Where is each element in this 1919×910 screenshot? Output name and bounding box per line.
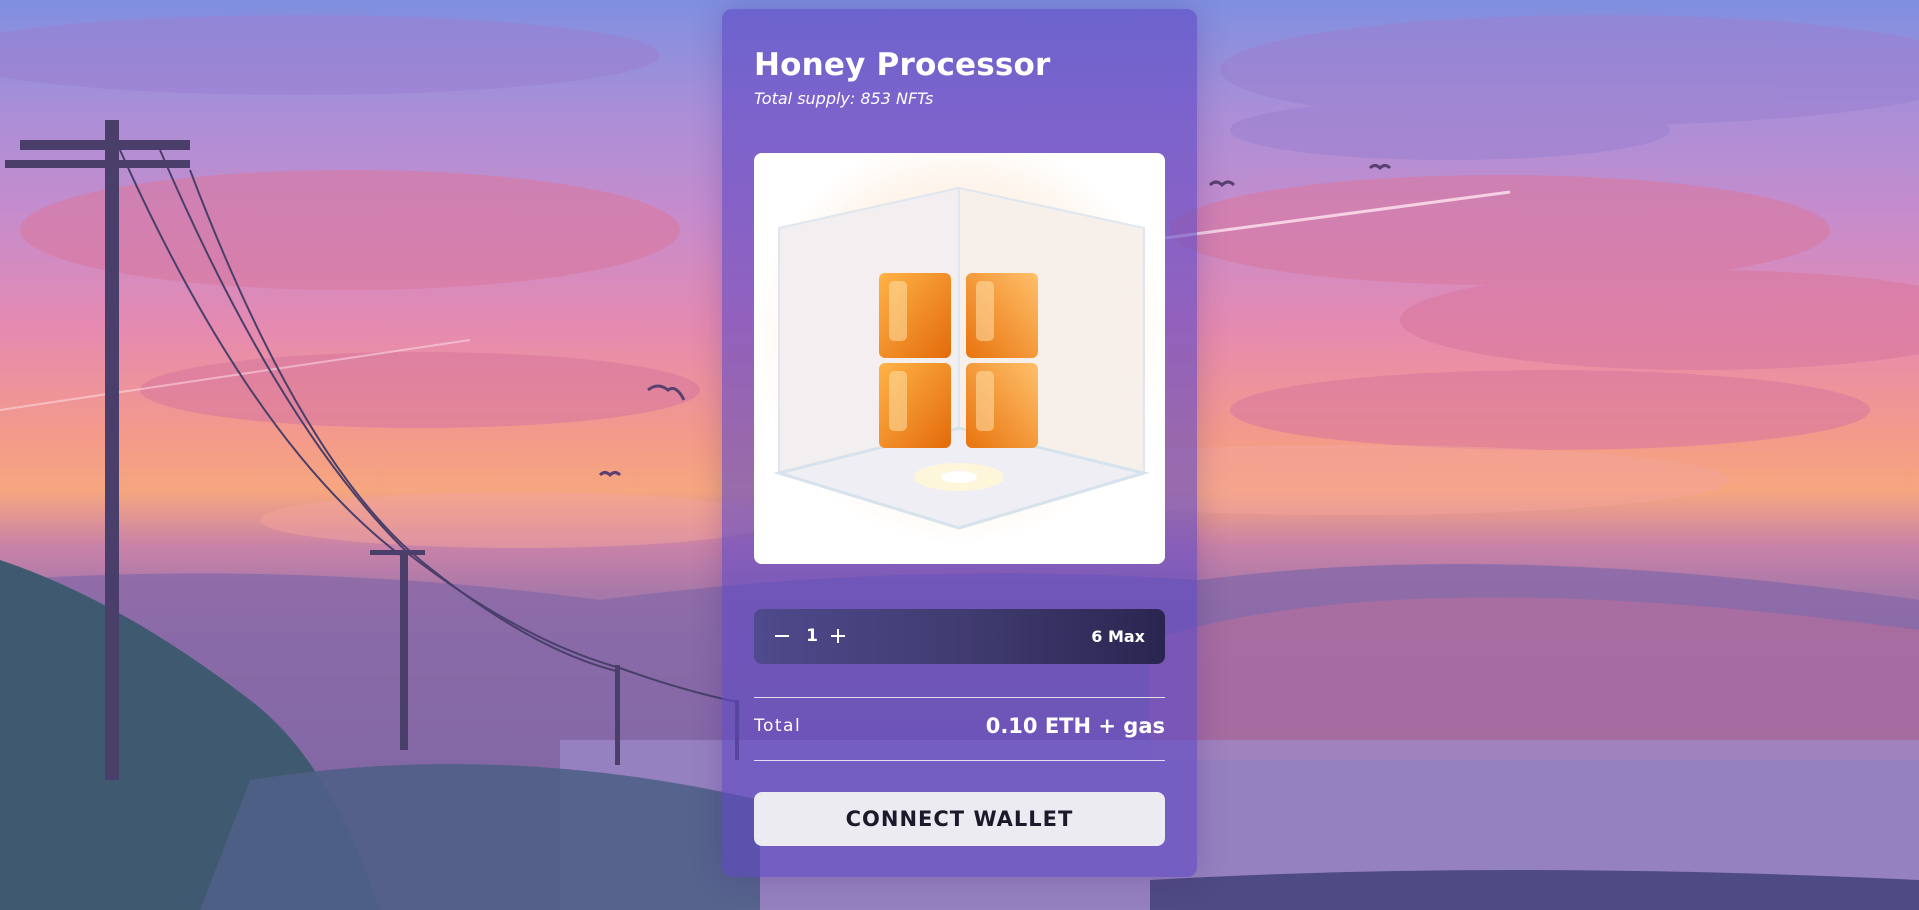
max-quantity-label[interactable]: 6 Max: [1091, 627, 1145, 646]
total-supply-text: Total supply: 853 NFTs: [754, 89, 934, 108]
decrease-quantity-button[interactable]: [767, 621, 797, 651]
mint-card: Honey Processor Total supply: 853 NFTs 1…: [722, 9, 1197, 877]
quantity-selector: 1 6 Max: [754, 609, 1165, 664]
divider-bottom: [754, 760, 1165, 761]
connect-wallet-button[interactable]: CONNECT WALLET: [754, 792, 1165, 846]
honey-cube-illustration: [754, 153, 1165, 564]
collection-title: Honey Processor: [754, 47, 1051, 83]
divider-top: [754, 697, 1165, 698]
minus-icon: [775, 635, 789, 637]
total-price: 0.10 ETH + gas: [985, 714, 1165, 738]
background-scene: Honey Processor Total supply: 853 NFTs 1…: [0, 0, 1919, 910]
nft-preview-image: [754, 153, 1165, 564]
increase-quantity-button[interactable]: [823, 621, 853, 651]
total-label: Total: [754, 716, 802, 736]
quantity-value: 1: [806, 626, 818, 646]
plus-icon: [831, 629, 845, 643]
